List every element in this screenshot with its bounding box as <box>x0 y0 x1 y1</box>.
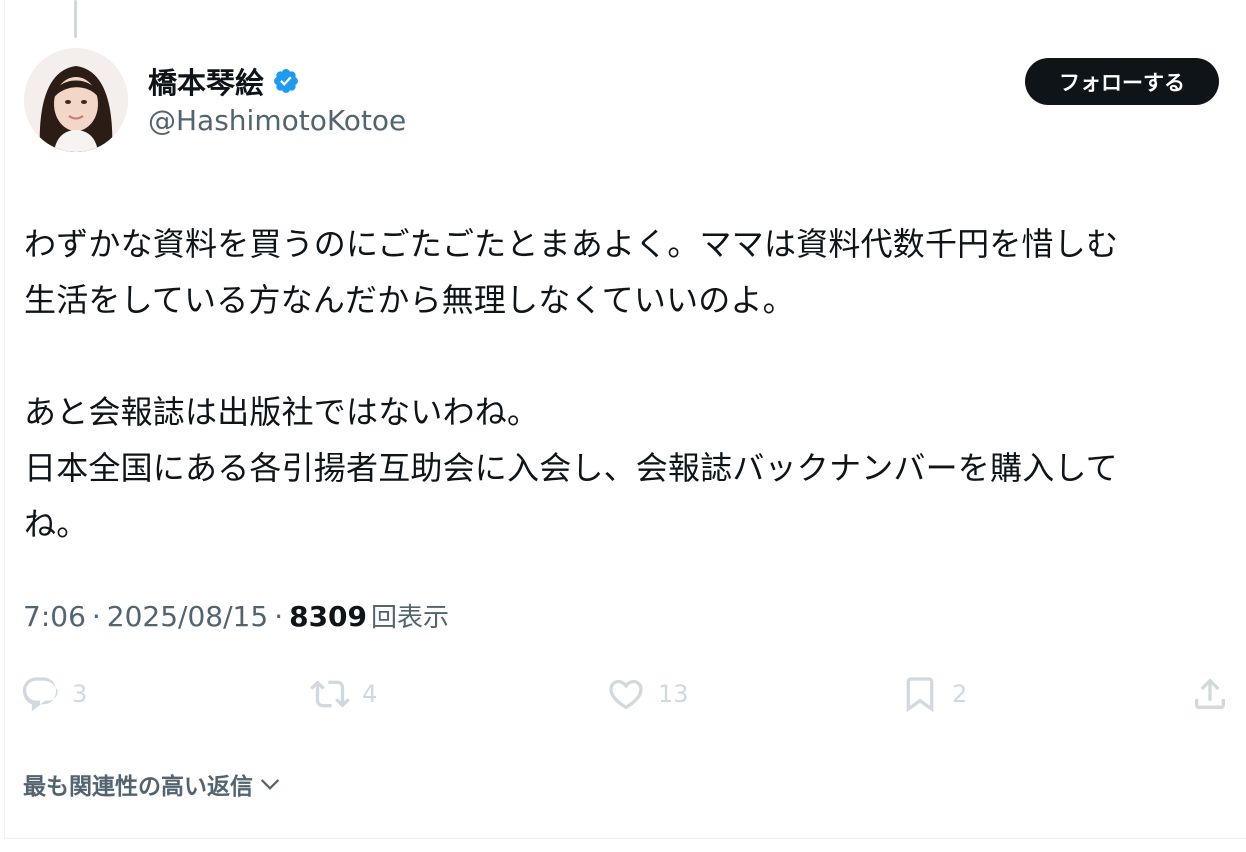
chevron-down-icon <box>260 779 280 790</box>
tweet-metadata: 7:06 · 2025/08/15 · 8309 回表示 <box>23 597 449 634</box>
like-button[interactable]: 13 <box>606 668 689 720</box>
replies-sort-label: 最も関連性の高い返信 <box>23 774 253 800</box>
like-count: 13 <box>658 680 689 708</box>
replies-sort-dropdown[interactable]: 最も関連性の高い返信 <box>23 767 283 801</box>
follow-button[interactable]: フォローする <box>1025 58 1219 105</box>
avatar[interactable] <box>24 48 128 152</box>
reply-count: 3 <box>72 680 88 708</box>
separator-dot: · <box>274 600 284 633</box>
share-button[interactable] <box>1190 668 1230 720</box>
verified-badge-icon <box>274 69 298 93</box>
reply-icon <box>22 677 58 712</box>
share-icon <box>1195 678 1225 709</box>
views-count: 8309 <box>289 600 368 633</box>
views-label: 回表示 <box>371 603 450 633</box>
separator-dot: · <box>91 600 101 633</box>
tweet-date[interactable]: 2025/08/15 <box>107 600 268 633</box>
display-name[interactable]: 橋本琴絵 <box>148 60 264 102</box>
bookmark-button[interactable]: 2 <box>900 668 967 720</box>
author-name-row: 橋本琴絵 <box>148 60 300 102</box>
heart-icon <box>609 679 643 710</box>
tweet-text: わずかな資料を買うのにごたごたとまあよく。ママは資料代数千円を惜しむ 生活をして… <box>24 225 1119 543</box>
repost-icon <box>310 680 350 708</box>
repost-count: 4 <box>362 680 378 708</box>
author-handle[interactable]: @HashimotoKotoe <box>148 104 406 137</box>
bookmark-count: 2 <box>952 680 968 708</box>
bookmark-icon <box>906 677 934 713</box>
tweet-time[interactable]: 7:06 <box>23 600 86 633</box>
repost-button[interactable]: 4 <box>310 668 377 720</box>
thread-connector-line <box>74 0 77 38</box>
action-bar: 3 4 13 2 <box>20 668 1232 720</box>
reply-button[interactable]: 3 <box>20 668 87 720</box>
